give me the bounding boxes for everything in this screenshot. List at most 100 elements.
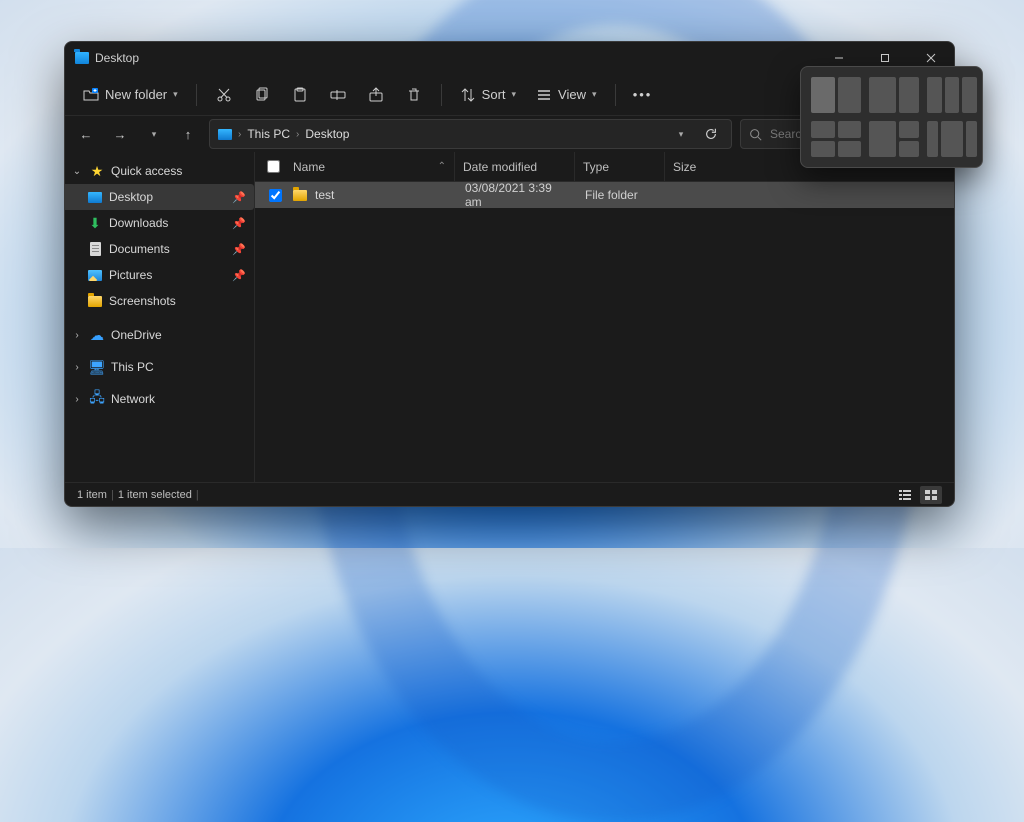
sidebar-label: Quick access [111, 164, 182, 178]
status-bar: 1 item | 1 item selected | [65, 482, 954, 506]
up-button[interactable]: ↑ [175, 120, 201, 148]
expand-icon[interactable]: › [71, 394, 83, 405]
snap-layout-left-two-right[interactable] [869, 121, 919, 157]
breadcrumb-separator: › [296, 129, 299, 140]
sidebar-label: Screenshots [109, 294, 176, 308]
window-icon [75, 52, 89, 64]
chevron-down-icon: ▾ [173, 89, 178, 100]
snap-layout-side-by-side[interactable] [811, 77, 861, 113]
file-name: test [315, 188, 334, 202]
status-separator: | [111, 489, 114, 501]
folder-icon [88, 296, 102, 307]
column-label: Name [293, 160, 325, 174]
cloud-icon: ☁ [89, 328, 105, 342]
column-type[interactable]: Type [575, 152, 665, 181]
refresh-button[interactable] [699, 122, 723, 146]
column-label: Date modified [463, 160, 537, 174]
sidebar-label: OneDrive [111, 328, 162, 342]
column-label: Type [583, 160, 609, 174]
recent-button[interactable]: ▾ [141, 120, 167, 148]
pc-icon: 🖥 [89, 360, 105, 374]
sidebar-quick-access[interactable]: ⌄ ★ Quick access [65, 158, 254, 184]
select-all-checkbox[interactable] [267, 160, 280, 173]
pin-icon: 📌 [232, 217, 246, 230]
view-label: View [558, 87, 586, 102]
snap-layout-center-focus[interactable] [927, 121, 977, 157]
sort-button[interactable]: Sort ▾ [452, 79, 524, 111]
share-icon [368, 87, 384, 103]
desktop-icon [88, 192, 102, 203]
pictures-icon [88, 270, 102, 281]
delete-button[interactable] [397, 79, 431, 111]
sidebar-label: Desktop [109, 190, 153, 204]
new-folder-icon [83, 87, 99, 103]
collapse-icon[interactable]: ⌄ [71, 166, 83, 177]
network-icon: 🖧 [89, 392, 105, 406]
sidebar-onedrive[interactable]: › ☁ OneDrive [65, 322, 254, 348]
sidebar-desktop[interactable]: Desktop 📌 [65, 184, 254, 210]
window-title: Desktop [95, 51, 139, 65]
view-icon [536, 87, 552, 103]
file-date: 03/08/2021 3:39 am [465, 181, 565, 209]
expand-icon[interactable]: › [71, 330, 83, 341]
pin-icon: 📌 [232, 243, 246, 256]
sidebar-pictures[interactable]: Pictures 📌 [65, 262, 254, 288]
divider [615, 84, 616, 106]
column-name[interactable]: Name ⌃ [255, 152, 455, 181]
chevron-down-icon: ▾ [592, 89, 597, 100]
sidebar-documents[interactable]: Documents 📌 [65, 236, 254, 262]
details-view-icon [898, 489, 912, 501]
share-button[interactable] [359, 79, 393, 111]
trash-icon [406, 87, 422, 103]
sidebar-screenshots[interactable]: Screenshots [65, 288, 254, 314]
new-folder-label: New folder [105, 87, 167, 102]
clipboard-icon [292, 87, 308, 103]
address-bar[interactable]: › This PC › Desktop ▾ [209, 119, 732, 149]
more-button[interactable]: ••• [626, 79, 660, 111]
file-type: File folder [585, 188, 638, 202]
breadcrumb-desktop[interactable]: Desktop [305, 127, 349, 141]
document-icon [90, 242, 101, 256]
breadcrumb-this-pc[interactable]: This PC [247, 127, 290, 141]
location-icon [218, 129, 232, 140]
sidebar-label: Pictures [109, 268, 152, 282]
paste-button[interactable] [283, 79, 317, 111]
status-separator: | [196, 489, 199, 501]
navigation-pane: ⌄ ★ Quick access Desktop 📌 ⬇ Downloads 📌… [65, 152, 255, 482]
chevron-down-icon: ▾ [152, 129, 157, 140]
sidebar-label: Documents [109, 242, 170, 256]
folder-icon [293, 190, 307, 201]
rename-icon [330, 87, 346, 103]
cut-button[interactable] [207, 79, 241, 111]
rename-button[interactable] [321, 79, 355, 111]
details-view-button[interactable] [894, 486, 916, 504]
view-button[interactable]: View ▾ [528, 79, 604, 111]
row-checkbox[interactable] [269, 189, 282, 202]
copy-icon [254, 87, 270, 103]
status-selected-count: 1 item selected [118, 489, 192, 501]
search-icon [749, 128, 762, 141]
back-button[interactable]: ← [73, 120, 99, 148]
content-pane: Name ⌃ Date modified Type Size test 03/0… [255, 152, 954, 482]
column-date-modified[interactable]: Date modified [455, 152, 575, 181]
new-folder-button[interactable]: New folder ▾ [75, 79, 186, 111]
history-dropdown-button[interactable]: ▾ [669, 122, 693, 146]
sort-indicator-icon: ⌃ [438, 161, 446, 172]
copy-button[interactable] [245, 79, 279, 111]
sidebar-this-pc[interactable]: › 🖥 This PC [65, 354, 254, 380]
column-size[interactable]: Size [665, 152, 725, 181]
column-label: Size [673, 160, 696, 174]
sidebar-downloads[interactable]: ⬇ Downloads 📌 [65, 210, 254, 236]
file-row[interactable]: test 03/08/2021 3:39 am File folder [255, 182, 954, 208]
pin-icon: 📌 [232, 269, 246, 282]
expand-icon[interactable]: › [71, 362, 83, 373]
chevron-down-icon: ▾ [679, 129, 684, 140]
sidebar-network[interactable]: › 🖧 Network [65, 386, 254, 412]
star-icon: ★ [89, 164, 105, 178]
forward-button[interactable]: → [107, 120, 133, 148]
thumbnails-view-button[interactable] [920, 486, 942, 504]
snap-layout-quadrant[interactable] [811, 121, 861, 157]
pin-icon: 📌 [232, 191, 246, 204]
snap-layout-large-small[interactable] [869, 77, 919, 113]
snap-layout-three-columns[interactable] [927, 77, 977, 113]
